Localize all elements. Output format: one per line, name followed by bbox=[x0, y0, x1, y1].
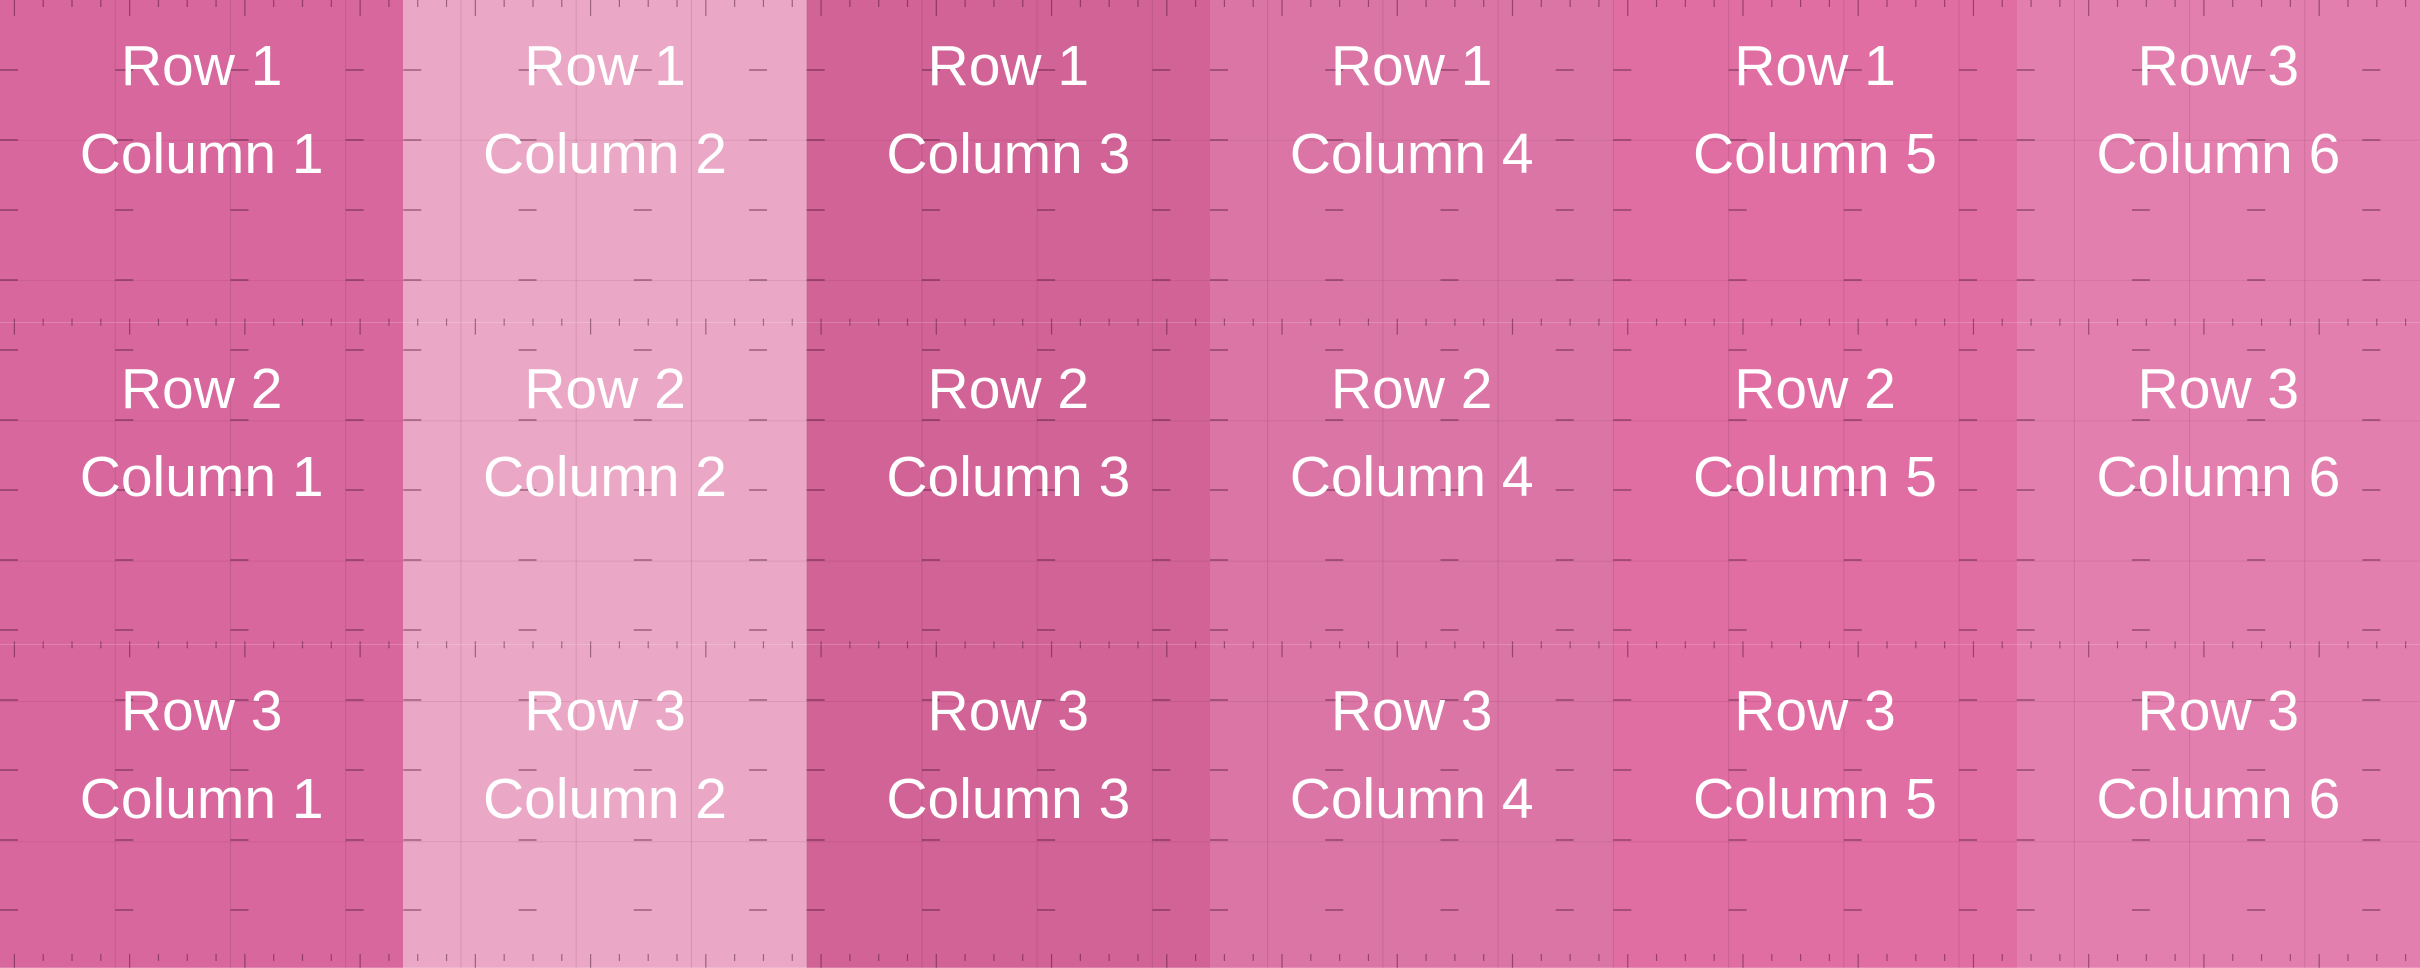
cell-column-text: Column 4 bbox=[1289, 122, 1534, 186]
cell-row-text: Row 3 bbox=[1330, 679, 1493, 744]
grid-cell: Row 3 Column 4 bbox=[1210, 645, 1614, 968]
cell-column-text: Column 5 bbox=[1693, 122, 1937, 186]
cell-label: Row 3 Column 6 bbox=[2017, 345, 2420, 521]
grid-cell: Row 3 Column 6 bbox=[2016, 323, 2420, 646]
grid-cell: Row 2 Column 4 bbox=[1210, 323, 1614, 646]
grid-cell: Row 3 Column 5 bbox=[1613, 645, 2017, 968]
cell-column-text: Column 4 bbox=[1289, 444, 1534, 509]
grid-cell: Row 2 Column 1 bbox=[0, 323, 404, 646]
cell-row-text: Row 3 bbox=[927, 679, 1090, 744]
cell-label: Row 3 Column 6 bbox=[2017, 22, 2420, 198]
grid-cell: Row 1 Column 4 bbox=[1210, 0, 1614, 323]
cell-label: Row 3 Column 3 bbox=[807, 667, 1210, 843]
cell-row-text: Row 3 bbox=[1734, 679, 1896, 744]
cell-column-text: Column 6 bbox=[2096, 122, 2341, 186]
cell-label: Row 1 Column 5 bbox=[1613, 22, 2016, 198]
cell-column-text: Column 6 bbox=[2096, 767, 2341, 832]
cell-label: Row 2 Column 4 bbox=[1210, 345, 1613, 521]
grid-cell: Row 1 Column 3 bbox=[806, 0, 1210, 323]
cell-label: Row 3 Column 5 bbox=[1613, 667, 2016, 843]
cell-row-text: Row 1 bbox=[120, 34, 283, 98]
cell-label: Row 2 Column 2 bbox=[403, 345, 806, 521]
cell-column-text: Column 1 bbox=[79, 444, 324, 509]
cell-label: Row 2 Column 3 bbox=[807, 345, 1210, 521]
cell-row-text: Row 1 bbox=[927, 34, 1090, 98]
cell-row-text: Row 1 bbox=[524, 34, 686, 98]
cell-label: Row 3 Column 1 bbox=[0, 667, 403, 843]
cell-row-text: Row 2 bbox=[1330, 356, 1493, 421]
grid-cell: Row 2 Column 5 bbox=[1613, 323, 2017, 646]
cell-column-text: Column 2 bbox=[483, 767, 727, 832]
cell-label: Row 1 Column 4 bbox=[1210, 22, 1613, 198]
cell-row-text: Row 3 bbox=[120, 679, 283, 744]
grid-cell: Row 1 Column 5 bbox=[1613, 0, 2017, 323]
grid-cell: Row 3 Column 3 bbox=[806, 645, 1210, 968]
cell-row-text: Row 2 bbox=[524, 356, 686, 421]
cell-row-text: Row 3 bbox=[2137, 356, 2300, 421]
cell-label: Row 3 Column 2 bbox=[403, 667, 806, 843]
cell-row-text: Row 1 bbox=[1330, 34, 1493, 98]
cell-column-text: Column 3 bbox=[886, 444, 1131, 509]
cell-label: Row 1 Column 3 bbox=[807, 22, 1210, 198]
cell-label: Row 1 Column 1 bbox=[0, 22, 403, 198]
cell-column-text: Column 2 bbox=[483, 444, 727, 509]
grid-cell: Row 3 Column 6 bbox=[2016, 0, 2420, 323]
cell-row-text: Row 3 bbox=[524, 679, 686, 744]
cell-label: Row 3 Column 6 bbox=[2017, 667, 2420, 843]
cell-column-text: Column 5 bbox=[1693, 444, 1937, 509]
cell-row-text: Row 3 bbox=[2137, 34, 2300, 98]
grid-cell: Row 3 Column 2 bbox=[403, 645, 807, 968]
cell-label: Row 2 Column 5 bbox=[1613, 345, 2016, 521]
cell-row-text: Row 2 bbox=[1734, 356, 1896, 421]
cell-column-text: Column 2 bbox=[483, 122, 727, 186]
grid-cell: Row 2 Column 2 bbox=[403, 323, 807, 646]
cell-row-text: Row 2 bbox=[120, 356, 283, 421]
cell-column-text: Column 4 bbox=[1289, 767, 1534, 832]
cell-row-text: Row 2 bbox=[927, 356, 1090, 421]
grid-cell: Row 1 Column 2 bbox=[403, 0, 807, 323]
cell-row-text: Row 3 bbox=[2137, 679, 2300, 744]
cell-row-text: Row 1 bbox=[1734, 34, 1896, 98]
cell-column-text: Column 3 bbox=[886, 767, 1131, 832]
cell-column-text: Column 1 bbox=[79, 767, 324, 832]
cell-label: Row 2 Column 1 bbox=[0, 345, 403, 521]
grid-cell: Row 3 Column 6 bbox=[2016, 645, 2420, 968]
grid-cell: Row 1 Column 1 bbox=[0, 0, 404, 323]
cell-label: Row 1 Column 2 bbox=[403, 22, 806, 198]
grid-cell: Row 2 Column 3 bbox=[806, 323, 1210, 646]
cell-grid: Row 1 Column 1 Row 1 Column 2 Row 1 Colu… bbox=[0, 0, 2420, 968]
cell-column-text: Column 3 bbox=[886, 122, 1131, 186]
cell-column-text: Column 5 bbox=[1693, 767, 1937, 832]
cell-column-text: Column 1 bbox=[79, 122, 324, 186]
cell-label: Row 3 Column 4 bbox=[1210, 667, 1613, 843]
grid-cell: Row 3 Column 1 bbox=[0, 645, 404, 968]
cell-column-text: Column 6 bbox=[2096, 444, 2341, 509]
